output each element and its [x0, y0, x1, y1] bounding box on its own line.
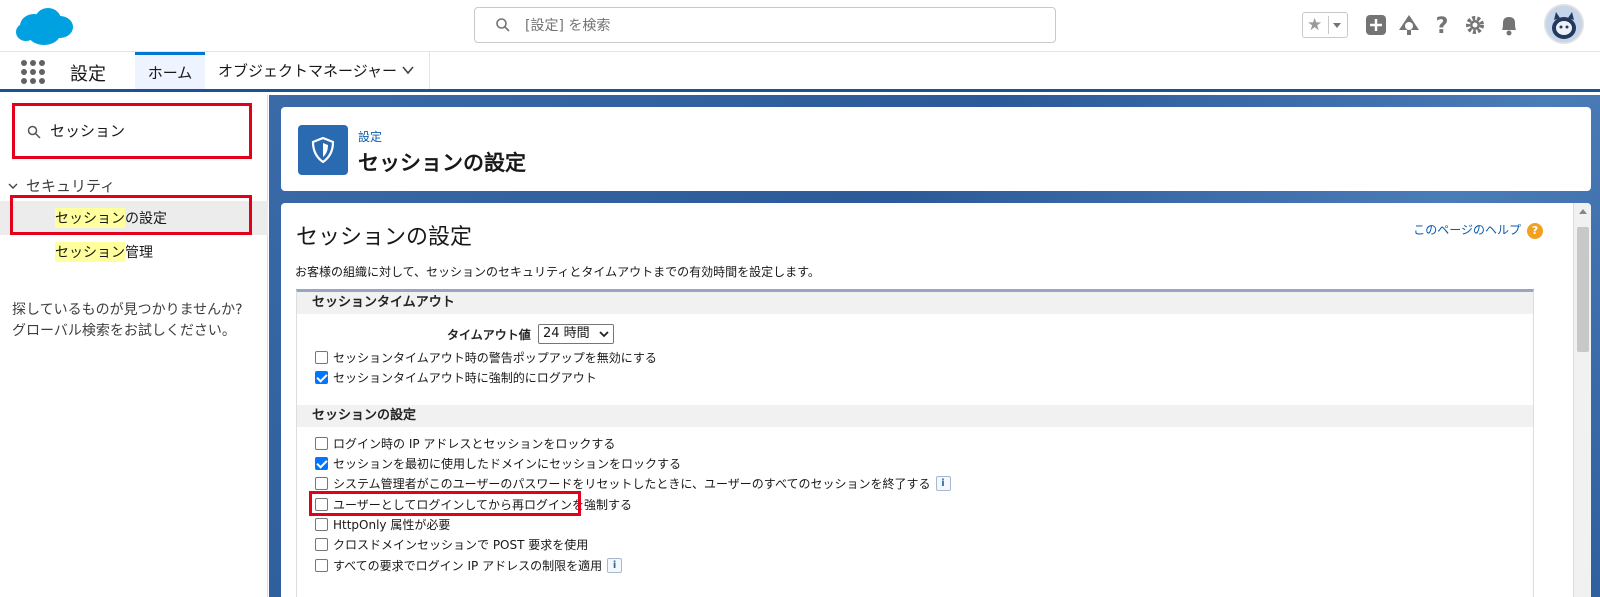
not-found-line-1: 探しているものが見つかりませんか? [12, 302, 243, 318]
sidebar-section-label: セキュリティ [26, 177, 116, 195]
option-cross-domain-post[interactable]: クロスドメインセッションで POST 要求を使用 [315, 535, 588, 553]
checkbox-checked[interactable] [315, 456, 328, 470]
settings-block: セッションタイムアウト タイムアウト値 24 時間 セッションタイムアウト時の警… [296, 289, 1534, 597]
favorites-star-icon[interactable]: ★ [1307, 15, 1322, 35]
bell-icon[interactable] [1496, 12, 1522, 38]
help-link[interactable]: このページのヘルプ? [1413, 221, 1543, 239]
chevron-down-icon [599, 331, 609, 338]
shield-icon [298, 125, 348, 175]
section-heading-session: セッションの設定 [297, 405, 1533, 427]
setup-sidebar: セッション セキュリティ セッション の設定 セッション 管理 探しているものが見つ… [0, 95, 268, 597]
info-icon[interactable]: i [607, 557, 623, 573]
app-navigation: 設定 ホーム オブジェクトマネージャー [0, 52, 1600, 92]
checkbox[interactable] [315, 497, 328, 511]
section-heading-timeout: セッションタイムアウト [297, 292, 1533, 314]
favorites-button[interactable]: ★ [1302, 12, 1348, 38]
not-found-message: 探しているものが見つかりませんか? グローバル検索をお試しください。 [12, 300, 262, 342]
app-launcher-icon[interactable] [21, 60, 45, 84]
quick-find-input[interactable]: セッション [12, 103, 252, 159]
checkbox[interactable] [315, 558, 328, 572]
option-label: ユーザーとしてログインしてから再ログインを強制する [333, 497, 633, 512]
sidebar-item-session-settings[interactable]: セッション の設定 [0, 201, 268, 235]
salesforce-logo[interactable] [12, 4, 76, 48]
scrollbar[interactable] [1573, 203, 1591, 597]
global-search[interactable] [474, 7, 1056, 43]
search-icon [496, 18, 510, 32]
avatar[interactable] [1544, 4, 1584, 44]
option-label: クロスドメインセッションで POST 要求を使用 [333, 537, 589, 552]
checkbox[interactable] [315, 517, 328, 531]
favorites-dropdown-icon[interactable] [1328, 16, 1345, 34]
quick-find-value[interactable]: セッション [50, 120, 125, 141]
option-force-logout-on-timeout[interactable]: セッションタイムアウト時に強制的にログアウト [315, 368, 597, 386]
search-input[interactable] [525, 14, 1025, 38]
option-label: セッションを最初に使用したドメインにセッションをロックする [333, 456, 682, 471]
option-force-relogin-after-login-as[interactable]: ユーザーとしてログインしてから再ログインを強制する [315, 495, 632, 513]
option-enforce-ip-restrictions[interactable]: すべての要求でログイン IP アドレスの制限を適用 i [315, 556, 623, 574]
global-header: ★ ? [0, 0, 1600, 52]
not-found-line-2: グローバル検索をお試しください。 [12, 323, 236, 339]
option-label: セッションタイムアウト時の警告ポップアップを無効にする [333, 350, 657, 365]
app-name: 設定 [70, 64, 106, 85]
search-match-highlight: セッション [55, 208, 125, 228]
content-title: セッションの設定 [296, 225, 473, 250]
search-match-highlight: セッション [55, 242, 125, 262]
gear-icon[interactable] [1462, 12, 1488, 38]
search-icon [27, 125, 41, 139]
sidebar-section-security[interactable]: セキュリティ [8, 175, 115, 196]
option-label: ログイン時の IP アドレスとセッションをロックする [333, 436, 616, 451]
timeout-label: タイムアウト値 [447, 328, 531, 342]
add-icon[interactable] [1363, 12, 1389, 38]
tab-object-manager[interactable]: オブジェクトマネージャー [205, 52, 430, 89]
shield-glyph [311, 137, 335, 163]
option-terminate-sessions-on-reset[interactable]: システム管理者がこのユーザーのパスワードをリセットしたときに、ユーザーのすべての… [315, 474, 951, 492]
option-label: すべての要求でログイン IP アドレスの制限を適用 [333, 558, 603, 573]
page-description: お客様の組織に対して、セッションのセキュリティとタイムアウトまでの有効時間を設定… [295, 265, 820, 279]
tab-home[interactable]: ホーム [135, 52, 205, 89]
help-link-label[interactable]: このページのヘルプ [1413, 223, 1521, 237]
timeout-select-value: 24 時間 [543, 326, 590, 341]
info-icon[interactable]: i [935, 475, 951, 491]
chevron-down-icon[interactable] [402, 64, 414, 76]
timeout-select[interactable]: 24 時間 [538, 324, 614, 344]
scrollbar-thumb[interactable] [1577, 227, 1589, 352]
checkbox-checked[interactable] [315, 370, 328, 384]
tab-object-manager-label: オブジェクトマネージャー [218, 62, 397, 80]
trailhead-icon[interactable] [1396, 12, 1422, 38]
option-label: システム管理者がこのユーザーのパスワードをリセットしたときに、ユーザーのすべての… [333, 476, 931, 491]
sidebar-item-label: の設定 [125, 211, 167, 227]
scroll-up-icon[interactable] [1579, 209, 1587, 214]
chevron-down-icon[interactable] [8, 181, 18, 191]
option-lock-session-domain[interactable]: セッションを最初に使用したドメインにセッションをロックする [315, 454, 681, 472]
help-icon[interactable]: ? [1527, 223, 1543, 239]
sidebar-item-session-management[interactable]: セッション 管理 [0, 235, 268, 269]
session-settings-panel: セッションの設定 このページのヘルプ? お客様の組織に対して、セッションのセキュ… [281, 203, 1591, 597]
page-title: セッションの設定 [358, 151, 526, 175]
sidebar-item-label: 管理 [125, 245, 153, 261]
option-disable-timeout-warning[interactable]: セッションタイムアウト時の警告ポップアップを無効にする [315, 348, 657, 366]
option-label: セッションタイムアウト時に強制的にログアウト [333, 370, 597, 385]
checkbox[interactable] [315, 350, 328, 364]
main-content: 設定 セッションの設定 セッションの設定 このページのヘルプ? お客様の組織に対… [269, 95, 1600, 597]
breadcrumb[interactable]: 設定 [358, 128, 382, 145]
checkbox[interactable] [315, 476, 328, 490]
checkbox[interactable] [315, 537, 328, 551]
avatar-image [1546, 6, 1582, 42]
option-label: HttpOnly 属性が必要 [333, 517, 451, 532]
checkbox[interactable] [315, 436, 328, 450]
help-icon[interactable]: ? [1429, 12, 1455, 38]
svg-text:?: ? [1436, 14, 1449, 38]
page-header: 設定 セッションの設定 [281, 107, 1591, 191]
option-lock-session-ip[interactable]: ログイン時の IP アドレスとセッションをロックする [315, 434, 615, 452]
option-require-httponly[interactable]: HttpOnly 属性が必要 [315, 515, 450, 533]
